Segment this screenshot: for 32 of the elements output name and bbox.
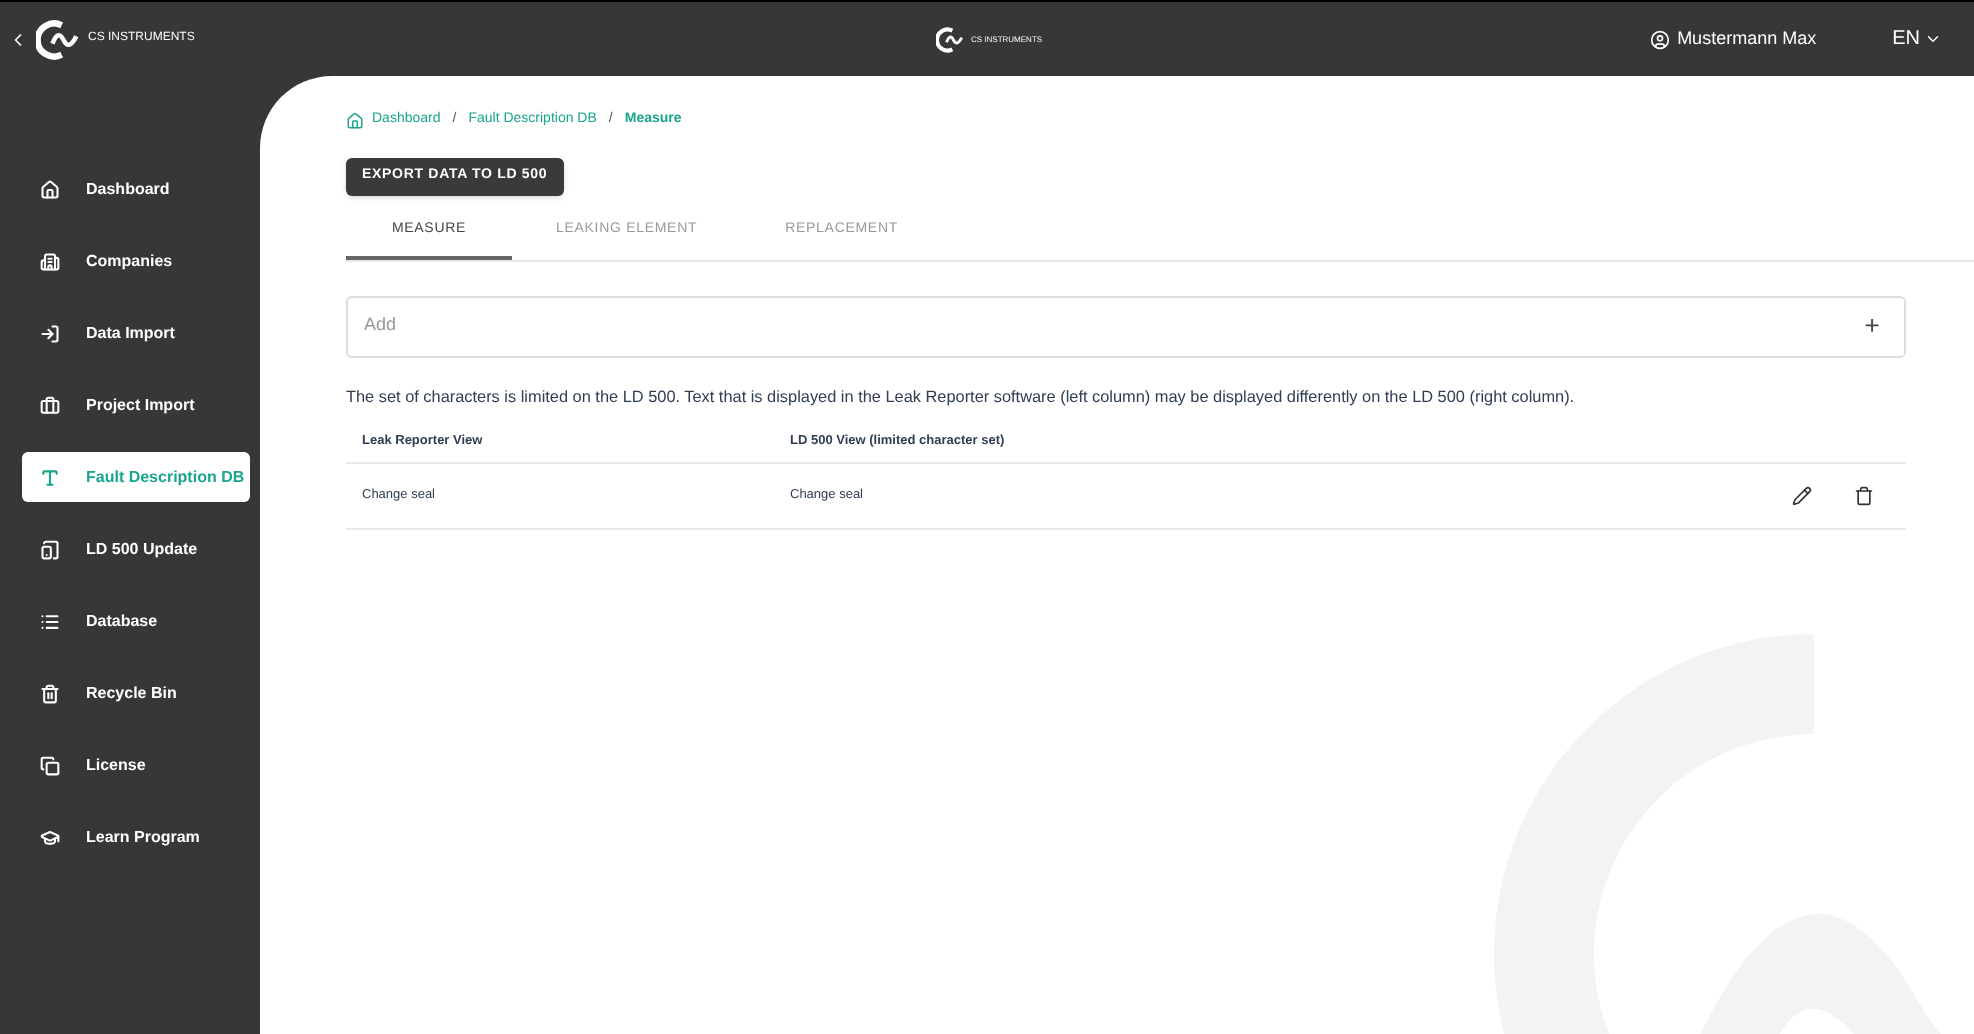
language-select[interactable]: EN <box>1892 24 1942 54</box>
text-size-icon <box>40 467 60 487</box>
add-field[interactable]: Add + <box>346 295 1906 357</box>
sidebar-item[interactable]: Recycle Bin <box>22 668 250 718</box>
sidebar-item[interactable]: LD 500 Update <box>22 524 250 574</box>
user-name[interactable]: Mustermann Max <box>1677 25 1817 53</box>
graduation-cap-icon <box>40 827 60 847</box>
sidebar-item[interactable]: Project Import <box>22 380 250 430</box>
logo-icon <box>36 17 80 61</box>
device-icon <box>40 539 60 559</box>
info-text: The set of characters is limited on the LD 500. Text that is displayed in the Leak Reporter software (left column) may be displayed differently on the LD 500 (right column). <box>346 385 1577 410</box>
list-icon <box>40 611 60 631</box>
add-input[interactable]: Add <box>364 312 1856 340</box>
sidebar-item[interactable]: Database <box>22 596 250 646</box>
home-icon <box>346 111 364 130</box>
caret-icon <box>1924 30 1942 48</box>
document-stack-icon <box>40 755 60 775</box>
sidebar-item[interactable]: Companies <box>22 236 250 286</box>
add-button[interactable]: + <box>1856 306 1888 346</box>
trash-icon <box>40 683 60 703</box>
import-icon <box>40 323 60 343</box>
delete-icon[interactable] <box>1854 485 1874 506</box>
sidebar-item[interactable]: Dashboard <box>22 164 250 214</box>
sidebar-item[interactable]: Data Import <box>22 308 250 358</box>
sidebar-item[interactable]: Learn Program <box>22 812 250 862</box>
briefcase-icon <box>40 395 60 415</box>
building-icon <box>40 251 60 271</box>
sidebar-item[interactable]: License <box>22 740 250 790</box>
user-icon[interactable] <box>1649 29 1670 49</box>
edit-icon[interactable] <box>1792 485 1812 506</box>
logo-icon <box>935 25 963 53</box>
home-icon <box>40 179 60 199</box>
